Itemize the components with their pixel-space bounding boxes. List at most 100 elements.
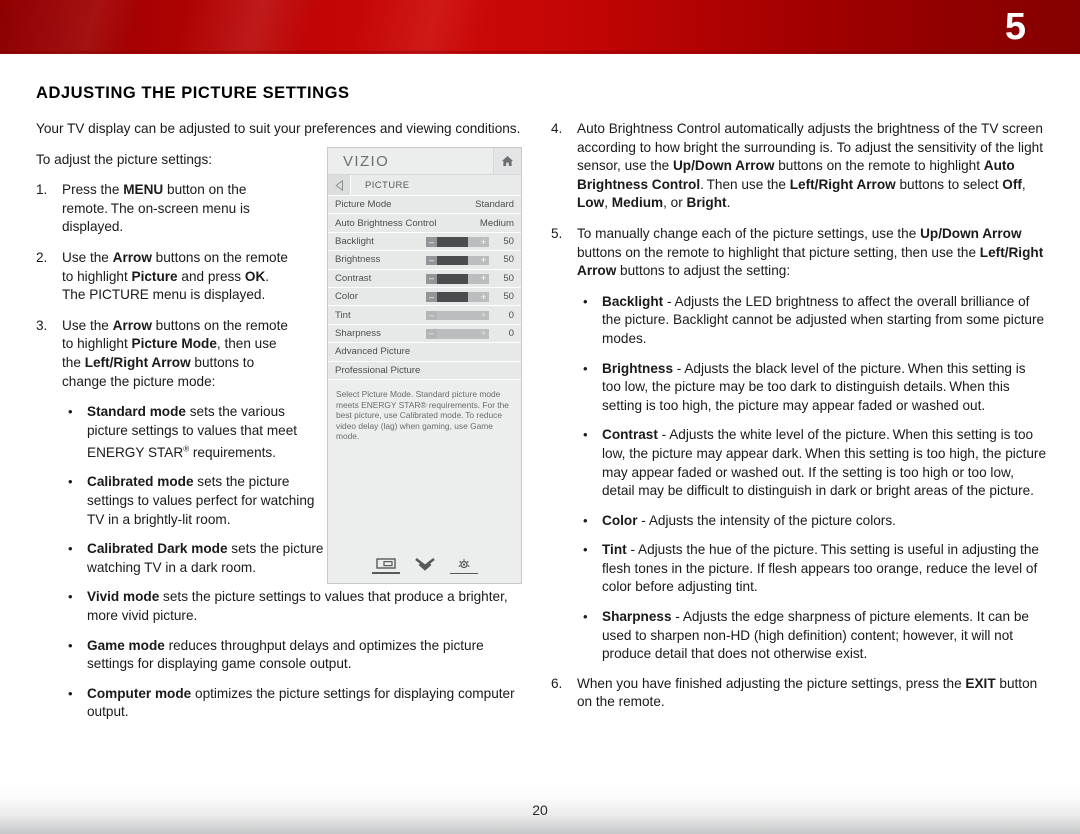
- vizio-osd-screenshot: VIZIO PICTURE Picture Mode Standard Auto B…: [327, 147, 522, 584]
- setting-sharpness: • Sharpness - Adjusts the edge sharpness…: [577, 608, 1046, 664]
- step-2-number: 2.: [36, 249, 48, 265]
- display-icon[interactable]: [371, 558, 400, 574]
- mode-standard-text: Standard mode sets the various picture s…: [87, 404, 298, 460]
- slider-plus-icon[interactable]: +: [478, 256, 489, 266]
- bullet-icon: •: [68, 404, 73, 420]
- bullet-icon: •: [68, 637, 73, 653]
- slider-plus-icon[interactable]: +: [478, 329, 489, 339]
- bullet-icon: •: [583, 542, 588, 558]
- osd-row-value: 50: [503, 254, 514, 266]
- chapter-number: 5: [1004, 6, 1026, 48]
- osd-row-color[interactable]: Color – +50: [328, 287, 521, 307]
- osd-row-professional-picture[interactable]: Professional Picture: [328, 361, 521, 380]
- setting-sharpness-text: Sharpness - Adjusts the edge sharpness o…: [602, 609, 1029, 662]
- bullet-icon: •: [68, 685, 73, 701]
- osd-row-sharpness[interactable]: Sharpness – +0: [328, 324, 521, 344]
- setting-backlight: • Backlight - Adjusts the LED brightness…: [577, 293, 1046, 349]
- osd-row-contrast[interactable]: Contrast – +50: [328, 269, 521, 288]
- osd-row-value: 50: [503, 291, 514, 303]
- setting-tint: • Tint - Adjusts the hue of the picture.…: [577, 541, 1046, 597]
- osd-row-picture-mode[interactable]: Picture Mode Standard: [328, 196, 521, 215]
- bullet-icon: •: [583, 427, 588, 443]
- slider-fill: [437, 292, 469, 302]
- back-arrow-icon[interactable]: [328, 175, 351, 195]
- slider-plus-icon[interactable]: +: [478, 311, 489, 321]
- slider-fill: [437, 274, 469, 284]
- step-1-number: 1.: [36, 182, 48, 198]
- step-5: 5. To manually change each of the pictur…: [551, 225, 1046, 281]
- page-content: ADJUSTING THE PICTURE SETTINGS Your TV d…: [0, 54, 1080, 782]
- osd-slider[interactable]: – +: [426, 237, 489, 247]
- gear-icon[interactable]: [449, 558, 478, 575]
- osd-slider[interactable]: – +: [426, 274, 489, 284]
- osd-slider[interactable]: – +: [426, 292, 489, 302]
- osd-row-value: Standard: [475, 199, 514, 211]
- step-1: 1. Press the MENU button on the remote. …: [36, 181, 294, 237]
- step-4-number: 4.: [551, 121, 563, 136]
- intro-paragraph: Your TV display can be adjusted to suit …: [36, 121, 521, 136]
- chevron-double-down-icon[interactable]: [414, 557, 436, 575]
- osd-row-brightness[interactable]: Brightness – +50: [328, 251, 521, 270]
- osd-menu-rows: Picture Mode Standard Auto Brightness Cont…: [328, 196, 521, 380]
- chapter-banner: 5: [0, 0, 1080, 54]
- mode-standard: • Standard mode sets the various picture…: [62, 403, 320, 462]
- bullet-icon: •: [583, 293, 588, 309]
- mode-game-text: Game mode reduces throughput delays and …: [87, 637, 484, 672]
- osd-slider[interactable]: – +: [426, 311, 489, 321]
- step-6-number: 6.: [551, 675, 563, 691]
- setting-tint-text: Tint - Adjusts the hue of the picture. T…: [602, 542, 1039, 595]
- step-3-number: 3.: [36, 317, 48, 333]
- osd-row-value: Medium: [479, 217, 514, 229]
- slider-minus-icon[interactable]: –: [426, 329, 437, 339]
- osd-help-text: Select Picture Mode. Standard picture mo…: [328, 379, 521, 522]
- osd-row-label: Auto Brightness Control: [335, 217, 437, 229]
- osd-footer-icons: [328, 549, 521, 583]
- slider-minus-icon[interactable]: –: [426, 274, 437, 284]
- bullet-icon: •: [68, 541, 73, 557]
- osd-breadcrumb: PICTURE: [328, 175, 521, 196]
- setting-brightness: • Brightness - Adjusts the black level o…: [577, 360, 1046, 416]
- slider-minus-icon[interactable]: –: [426, 237, 437, 247]
- step-6: 6. When you have finished adjusting the …: [551, 675, 1046, 712]
- osd-row-label: Tint: [335, 309, 351, 321]
- bullet-icon: •: [68, 589, 73, 605]
- slider-plus-icon[interactable]: +: [478, 274, 489, 284]
- osd-row-value: 0: [508, 327, 514, 339]
- slider-fill: [437, 255, 469, 266]
- osd-row-value: 50: [503, 235, 514, 247]
- slider-plus-icon[interactable]: +: [478, 237, 489, 247]
- slider-minus-icon[interactable]: –: [426, 256, 437, 266]
- step-5-number: 5.: [551, 225, 563, 241]
- osd-row-advanced-picture[interactable]: Advanced Picture: [328, 343, 521, 362]
- osd-breadcrumb-label: PICTURE: [365, 179, 410, 191]
- osd-row-label: Color: [335, 291, 358, 303]
- slider-minus-icon[interactable]: –: [426, 311, 437, 321]
- osd-row-backlight[interactable]: Backlight – +50: [328, 232, 521, 252]
- setting-contrast-text: Contrast - Adjusts the white level of th…: [602, 427, 1047, 499]
- osd-row-label: Professional Picture: [335, 364, 421, 376]
- osd-row-value: 50: [503, 272, 514, 284]
- setting-contrast: • Contrast - Adjusts the white level of …: [577, 426, 1046, 500]
- setting-color-text: Color - Adjusts the intensity of the pic…: [602, 512, 896, 528]
- bullet-icon: •: [583, 609, 588, 625]
- osd-slider[interactable]: – +: [426, 256, 489, 266]
- osd-row-label: Advanced Picture: [335, 346, 411, 358]
- osd-row-auto-brightness-control[interactable]: Auto Brightness Control Medium: [328, 214, 521, 233]
- bullet-icon: •: [68, 474, 73, 490]
- osd-slider[interactable]: – +: [426, 329, 489, 339]
- osd-row-label: Backlight: [335, 235, 374, 247]
- step-2: 2. Use the Arrow buttons on the remote t…: [36, 249, 294, 305]
- slider-plus-icon[interactable]: +: [478, 292, 489, 302]
- page-number: 20: [532, 802, 548, 818]
- step-3-text: Use the Arrow buttons on the remote to h…: [62, 317, 288, 389]
- osd-row-value: 0: [508, 309, 514, 321]
- mode-calibrated: • Calibrated mode sets the picture setti…: [62, 473, 320, 529]
- mode-calibrated-text: Calibrated mode sets the picture setting…: [87, 474, 315, 527]
- slider-minus-icon[interactable]: –: [426, 292, 437, 302]
- home-icon[interactable]: [493, 148, 521, 174]
- right-column: 4. Auto Brightness Control automatically…: [551, 120, 1046, 724]
- setting-color: • Color - Adjusts the intensity of the p…: [577, 512, 1046, 531]
- mode-vivid: • Vivid mode sets the picture settings t…: [62, 588, 524, 625]
- osd-row-tint[interactable]: Tint – +0: [328, 306, 521, 325]
- slider-fill: [437, 237, 469, 247]
